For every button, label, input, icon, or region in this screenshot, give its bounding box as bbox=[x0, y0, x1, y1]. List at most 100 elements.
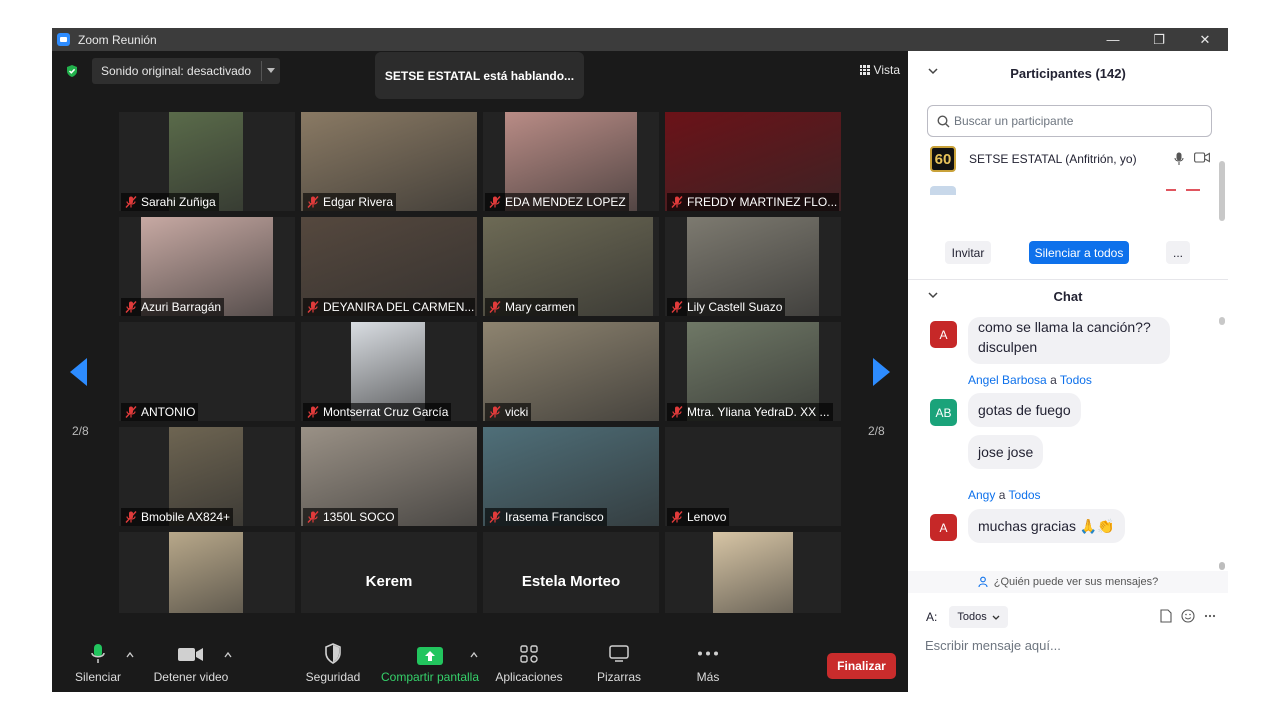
zoom-window: Zoom Reunión — ❐ ✕ Sonido original: desa… bbox=[52, 28, 1228, 692]
original-sound-label: Sonido original: desactivado bbox=[101, 64, 252, 78]
previous-page-arrow-icon[interactable] bbox=[70, 358, 88, 386]
participant-video-tile[interactable]: Edgar Rivera bbox=[301, 112, 477, 211]
next-page-arrow-icon[interactable] bbox=[872, 358, 890, 386]
muted-microphone-icon bbox=[488, 195, 502, 209]
chat-sender-line: Angy a Todos bbox=[968, 488, 1041, 502]
participants-more-label: ... bbox=[1172, 245, 1183, 260]
participant-name-label: Azuri Barragán bbox=[121, 298, 225, 316]
participant-video-tile[interactable]: ANTONIO bbox=[119, 322, 295, 421]
participant-name: Irasema Francisco bbox=[505, 510, 604, 524]
participant-name: FREDDY MARTINEZ FLO... bbox=[687, 195, 838, 209]
end-meeting-label: Finalizar bbox=[837, 659, 886, 673]
meeting-toolbar: Silenciar Detener video Seguridad Compar… bbox=[52, 613, 908, 692]
muted-microphone-icon bbox=[124, 405, 138, 419]
collapse-chat-chevron-icon[interactable] bbox=[928, 292, 938, 299]
apps-label: Aplicaciones bbox=[495, 670, 563, 684]
minimize-button[interactable]: — bbox=[1090, 28, 1136, 51]
shield-check-icon[interactable] bbox=[65, 64, 79, 78]
participants-scrollbar[interactable] bbox=[1219, 161, 1225, 221]
chat-scrollbar[interactable] bbox=[1219, 317, 1225, 570]
chat-message-text: gotas de fuego bbox=[978, 402, 1071, 418]
muted-microphone-icon bbox=[306, 510, 320, 524]
participant-video-tile[interactable]: DEYANIRA DEL CARMEN... bbox=[301, 217, 477, 316]
chat-recipient: Todos bbox=[1059, 373, 1092, 387]
muted-microphone-icon bbox=[670, 300, 684, 314]
chat-message-input[interactable]: Escribir mensaje aquí... bbox=[925, 638, 1061, 653]
participant-search-placeholder: Buscar un participante bbox=[954, 114, 1074, 128]
restore-button[interactable]: ❐ bbox=[1136, 28, 1182, 51]
chat-sender-name[interactable]: Angy bbox=[968, 488, 995, 502]
participant-video-tile[interactable]: Irasema Francisco bbox=[483, 427, 659, 526]
participant-row[interactable]: 60 SETSE ESTATAL (Anfitrión, yo) bbox=[930, 146, 1210, 172]
participant-video-tile[interactable]: FREDDY MARTINEZ FLO... bbox=[665, 112, 841, 211]
participant-name-label: Edgar Rivera bbox=[303, 193, 397, 211]
whiteboard-icon bbox=[609, 645, 629, 662]
emoji-icon[interactable] bbox=[1181, 609, 1195, 623]
chat-input-placeholder: Escribir mensaje aquí... bbox=[925, 638, 1061, 653]
invite-label: Invitar bbox=[951, 245, 985, 260]
view-button[interactable]: Vista bbox=[859, 63, 900, 77]
chat-message-bubble[interactable]: como se llama la canción?? disculpen bbox=[968, 317, 1170, 364]
file-icon[interactable] bbox=[1160, 609, 1172, 623]
muted-microphone-icon bbox=[488, 405, 502, 419]
mute-all-button[interactable]: Silenciar a todos bbox=[1029, 241, 1129, 264]
participant-video-tile[interactable]: Montserrat Cruz García bbox=[301, 322, 477, 421]
chat-message-bubble[interactable]: muchas gracias 🙏👏 bbox=[968, 509, 1125, 543]
video-options-caret-icon[interactable] bbox=[224, 651, 232, 659]
chat-title: Chat bbox=[1053, 288, 1083, 304]
participant-video-tile[interactable]: Azuri Barragán bbox=[119, 217, 295, 316]
participant-search-input[interactable]: Buscar un participante bbox=[927, 105, 1212, 137]
mute-options-caret-icon[interactable] bbox=[126, 651, 134, 659]
microphone-icon[interactable] bbox=[1174, 152, 1184, 166]
recipient-dropdown[interactable]: Todos bbox=[949, 606, 1008, 628]
chat-message-bubble[interactable]: jose jose bbox=[968, 435, 1044, 469]
original-sound-dropdown[interactable]: Sonido original: desactivado bbox=[92, 58, 280, 84]
participant-video-tile[interactable]: EDA MENDEZ LOPEZ bbox=[483, 112, 659, 211]
chat-avatar: AB bbox=[930, 399, 957, 426]
host-avatar: 60 bbox=[930, 146, 956, 172]
participant-video-tile[interactable]: Mary carmen bbox=[483, 217, 659, 316]
invite-button[interactable]: Invitar bbox=[945, 241, 991, 264]
participant-video-tile[interactable]: vicki bbox=[483, 322, 659, 421]
muted-microphone-icon bbox=[670, 405, 684, 419]
participant-video-tile[interactable]: Lily Castell Suazo bbox=[665, 217, 841, 316]
more-dots-icon[interactable] bbox=[1204, 614, 1216, 618]
participant-name-label: Lenovo bbox=[667, 508, 730, 526]
participant-video-tile[interactable]: Sarahi Zuñiga bbox=[119, 112, 295, 211]
participant-video-tile[interactable]: Mtra. Yliana YedraD. XX ... bbox=[665, 322, 841, 421]
collapse-participants-chevron-icon[interactable] bbox=[928, 68, 938, 75]
chat-avatar: A bbox=[930, 321, 957, 348]
participant-video-tile[interactable]: Lenovo bbox=[665, 427, 841, 526]
page-indicator-right: 2/8 bbox=[868, 424, 885, 438]
chevron-down-icon[interactable] bbox=[267, 68, 275, 73]
participant-name-label: vicki bbox=[485, 403, 532, 421]
participant-name: EDA MENDEZ LOPEZ bbox=[505, 195, 626, 209]
participant-name: Sarahi Zuñiga bbox=[141, 195, 216, 209]
participants-more-button[interactable]: ... bbox=[1166, 241, 1190, 264]
muted-microphone-icon bbox=[124, 510, 138, 524]
apps-icon bbox=[520, 645, 538, 663]
side-panel: Participantes (142) Buscar un participan… bbox=[908, 51, 1228, 692]
share-options-caret-icon[interactable] bbox=[470, 651, 478, 659]
chat-message-bubble[interactable]: gotas de fuego bbox=[968, 393, 1081, 427]
panel-divider bbox=[908, 279, 1228, 280]
end-meeting-button[interactable]: Finalizar bbox=[827, 653, 896, 679]
mute-all-label: Silenciar a todos bbox=[1034, 245, 1124, 260]
chat-sender-name[interactable]: Angel Barbosa bbox=[968, 373, 1047, 387]
zoom-app-icon bbox=[57, 33, 70, 46]
participant-name: Mary carmen bbox=[505, 300, 576, 314]
participant-name-label: 1350L SOCO bbox=[303, 508, 398, 526]
participant-video-tile[interactable]: 1350L SOCO bbox=[301, 427, 477, 526]
whiteboards-label: Pizarras bbox=[596, 670, 642, 684]
who-can-see-text: ¿Quién puede ver sus mensajes? bbox=[993, 576, 1159, 588]
participant-name-label: Montserrat Cruz García bbox=[303, 403, 452, 421]
participant-video-tile[interactable]: Bmobile AX824+ bbox=[119, 427, 295, 526]
who-can-see-link[interactable]: ¿Quién puede ver sus mensajes? bbox=[908, 571, 1228, 593]
video-camera-icon[interactable] bbox=[1194, 152, 1210, 163]
muted-microphone-icon bbox=[124, 195, 138, 209]
search-icon bbox=[937, 115, 950, 128]
muted-microphone-icon bbox=[306, 300, 320, 314]
close-window-button[interactable]: ✕ bbox=[1182, 28, 1228, 51]
muted-microphone-icon bbox=[488, 510, 502, 524]
participant-row-partial[interactable] bbox=[930, 186, 1210, 195]
